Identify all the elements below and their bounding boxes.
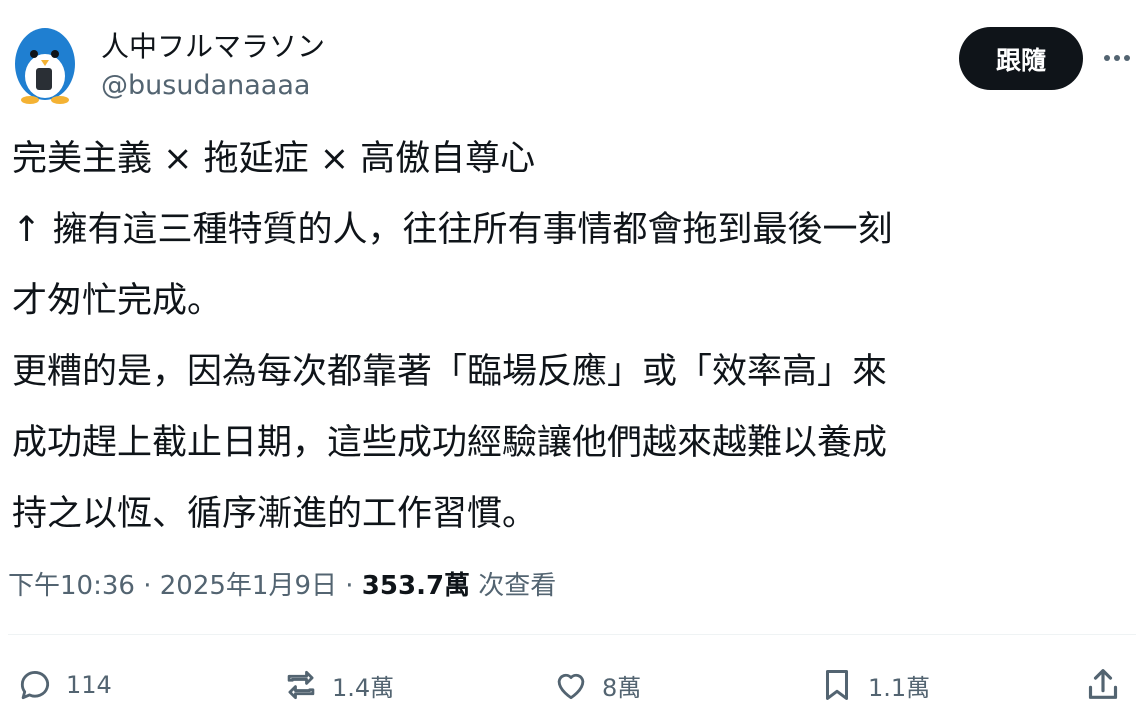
tweet-line: 才匆忙完成。 (12, 281, 223, 321)
share-icon (1088, 669, 1118, 699)
reply-button[interactable]: 114 (16, 660, 112, 710)
bookmark-icon (825, 670, 849, 700)
tweet-line: 更糟的是，因為每次都靠著「臨場反應」或「效率高」來 (12, 352, 888, 392)
retweet-count: 1.4萬 (332, 673, 395, 702)
more-dot (1114, 55, 1120, 61)
more-dot (1124, 55, 1130, 61)
reply-count: 114 (66, 671, 112, 699)
tweet-line: 完美主義 × 拖延症 × 高傲自尊心 (12, 139, 536, 179)
retweet-button[interactable]: 1.4萬 (282, 660, 394, 710)
reply-icon (20, 671, 50, 700)
avatar-penguin-icon (15, 28, 75, 104)
more-options-icon[interactable] (1099, 44, 1135, 72)
avatar[interactable] (12, 24, 78, 106)
view-count: 353.7萬 (361, 571, 471, 601)
meta-separator: · (134, 571, 160, 601)
tweet-time[interactable]: 下午10:36 (8, 571, 135, 601)
tweet-text: 完美主義 × 拖延症 × 高傲自尊心 ↑ 擁有這三種特質的人，往往所有事情都會拖… (12, 124, 1132, 550)
retweet-icon (287, 670, 315, 700)
share-button[interactable] (1083, 664, 1123, 704)
tweet-line: 成功趕上截止日期，這些成功經驗讓他們越來越難以養成 (12, 423, 888, 463)
like-button[interactable]: 8萬 (552, 660, 641, 710)
tweet-line: ↑ 擁有這三種特質的人，往往所有事情都會拖到最後一刻 (12, 210, 893, 250)
tweet-line: 持之以恆、循序漸進的工作習慣。 (12, 494, 538, 534)
divider (8, 634, 1136, 635)
view-count-label: 次查看 (470, 571, 557, 601)
tweet-meta: 下午10:36 · 2025年1月9日 · 353.7萬 次查看 (8, 565, 556, 602)
heart-icon (557, 673, 585, 700)
more-dot (1104, 55, 1110, 61)
like-count: 8萬 (602, 673, 642, 702)
bookmark-button[interactable]: 1.1萬 (818, 660, 930, 710)
tweet-date[interactable]: 2025年1月9日 (160, 571, 337, 601)
meta-separator: · (337, 571, 362, 601)
display-name[interactable]: 人中フルマラソン (101, 25, 325, 65)
user-handle[interactable]: @busudanaaaa (101, 70, 310, 101)
follow-button[interactable]: 跟隨 (959, 27, 1083, 90)
bookmark-count: 1.1萬 (868, 673, 931, 702)
